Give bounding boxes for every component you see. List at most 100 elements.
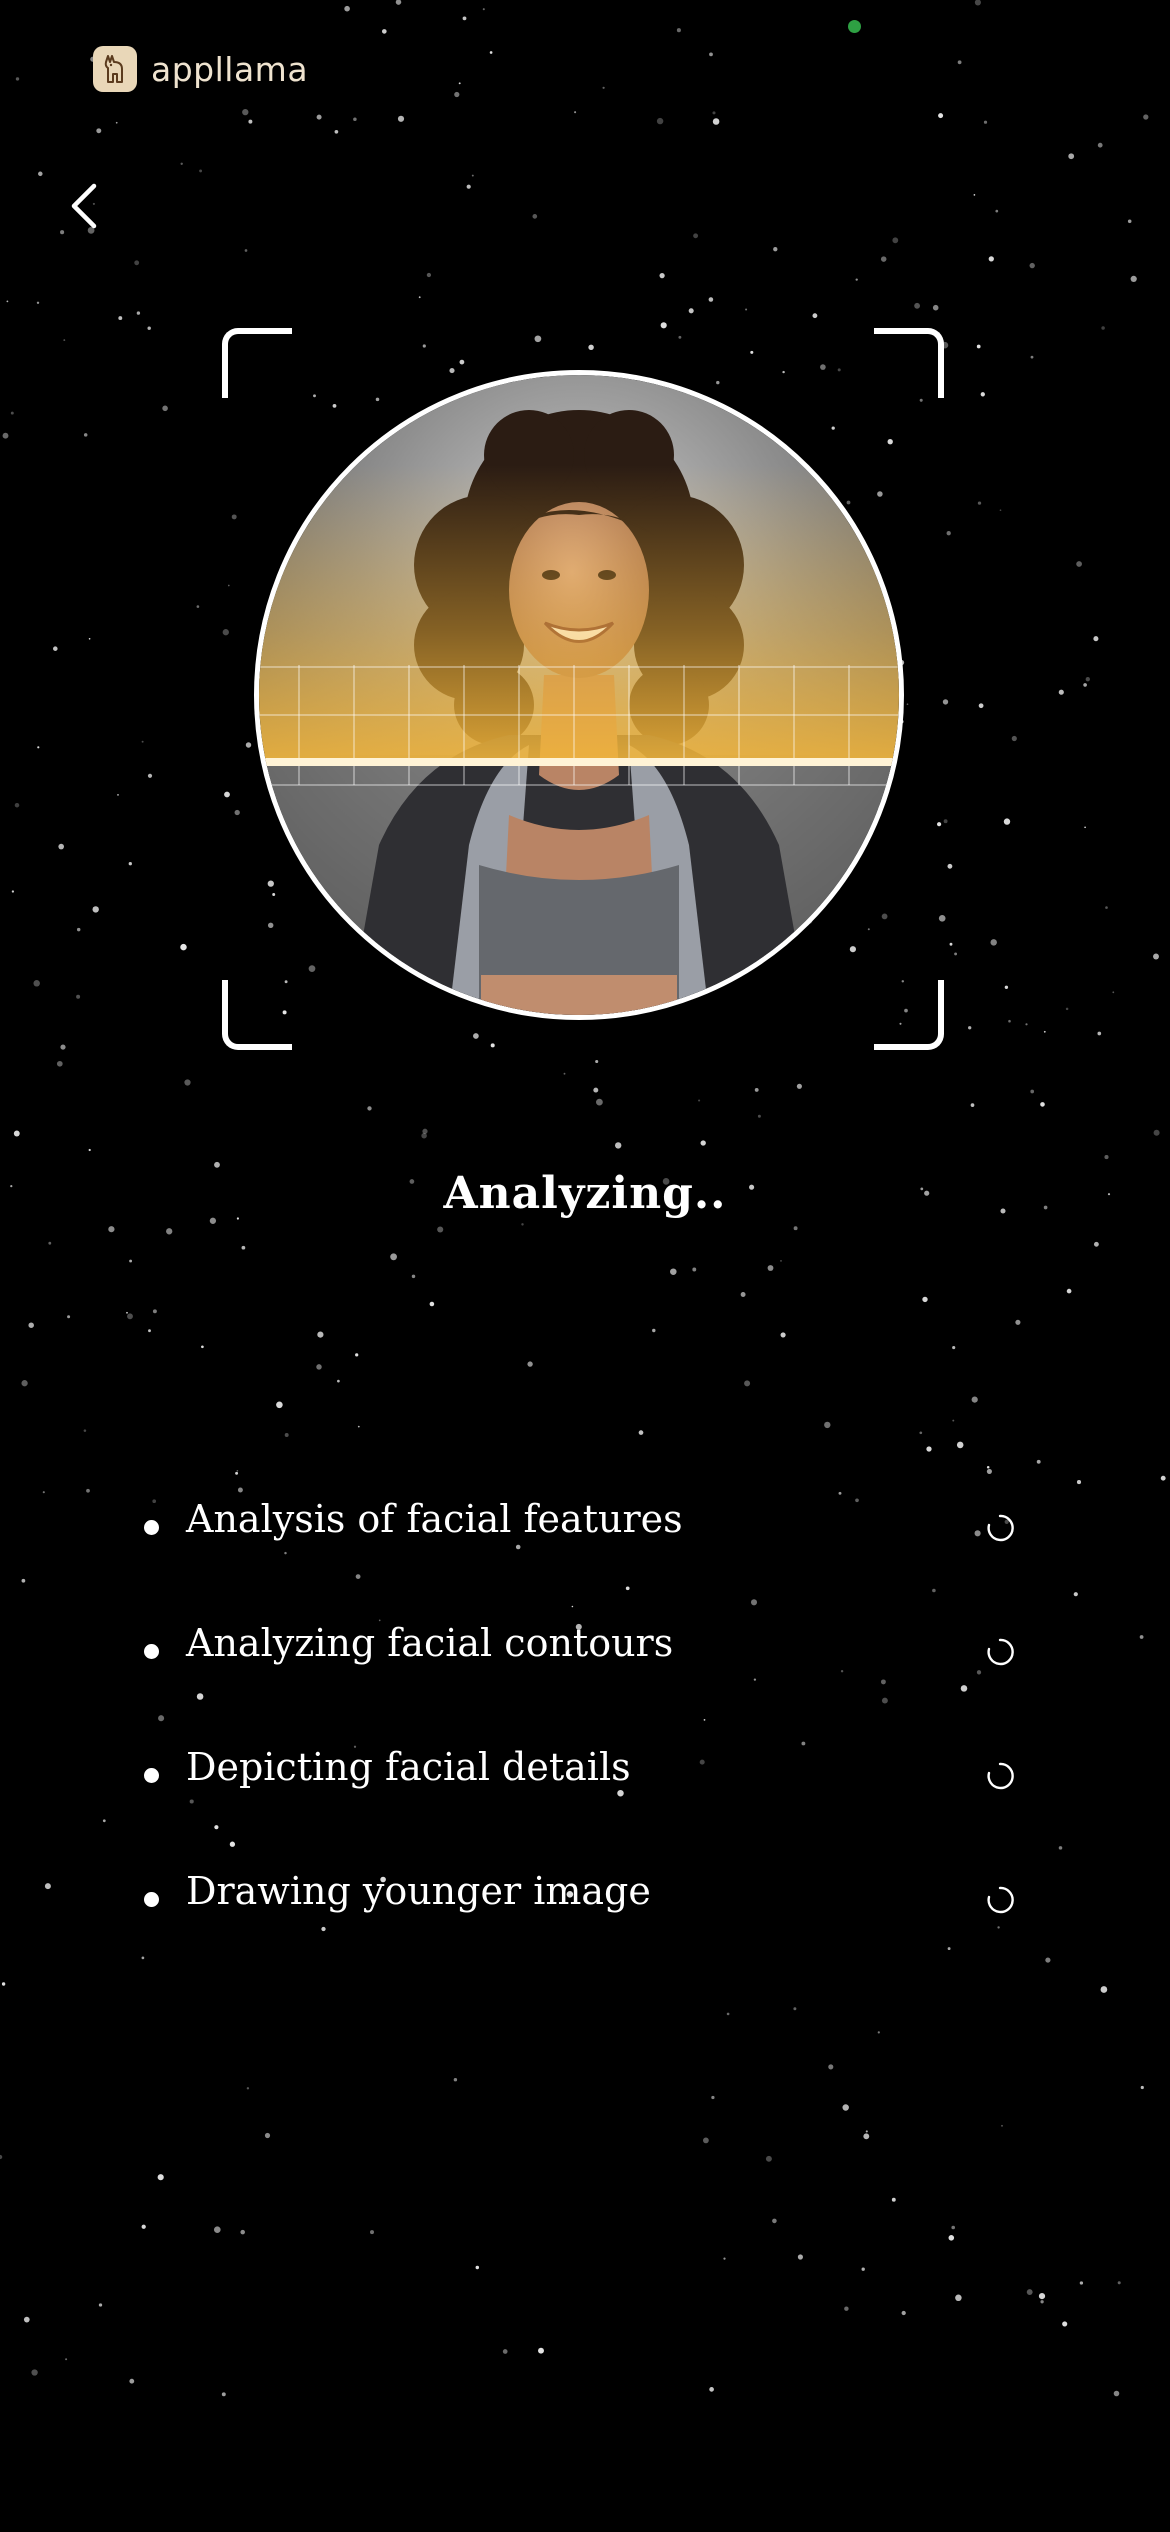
star [527, 1361, 533, 1367]
star [983, 120, 988, 124]
frame-corner-top-left [222, 328, 292, 398]
star [1140, 2085, 1144, 2090]
star [863, 2133, 870, 2140]
star [796, 1083, 802, 1089]
loading-spinner-icon [987, 1762, 1014, 1790]
star [767, 1265, 774, 1271]
bullet-icon [144, 1768, 159, 1783]
star [980, 392, 985, 397]
star [693, 233, 699, 239]
loading-spinner-icon [987, 1638, 1014, 1666]
star [128, 862, 132, 866]
star [1084, 826, 1086, 829]
star [703, 2137, 709, 2144]
frame-corner-bottom-left [222, 980, 292, 1050]
step-label: Analyzing facial contours [186, 1621, 674, 1665]
bullet-icon [144, 1892, 159, 1907]
app-watermark: appllama [93, 44, 308, 94]
star [842, 2104, 849, 2111]
star [1011, 735, 1017, 742]
star [2, 432, 9, 439]
star [83, 433, 88, 437]
star [76, 927, 81, 932]
star [199, 169, 203, 173]
star [115, 121, 118, 124]
star [949, 942, 953, 946]
star [1030, 355, 1034, 359]
star [152, 1309, 157, 1314]
star [1093, 1241, 1099, 1247]
star [946, 531, 951, 536]
star [355, 1353, 359, 1357]
star [1001, 2124, 1003, 2127]
star [574, 111, 577, 114]
star [1093, 636, 1099, 642]
star [844, 2306, 849, 2311]
star [744, 1380, 751, 1387]
star [471, 174, 474, 177]
analysis-steps-list: Analysis of facial features Analyzing fa… [140, 1490, 1020, 1986]
star [1043, 1030, 1046, 1033]
star [943, 819, 948, 824]
star [1117, 2281, 1121, 2285]
star [102, 1819, 106, 1823]
star [11, 890, 15, 893]
step-label: Analysis of facial features [186, 1497, 683, 1541]
star [951, 2225, 955, 2230]
chevron-left-icon [71, 183, 97, 229]
analysis-step: Depicting facial details [140, 1738, 1020, 1862]
star [88, 637, 91, 640]
star [136, 311, 141, 315]
star [563, 1072, 566, 1075]
star [117, 794, 119, 796]
star [38, 171, 43, 177]
star [955, 2294, 962, 2302]
star [1030, 1089, 1035, 1094]
star [1004, 985, 1009, 989]
star [221, 2392, 226, 2397]
loading-spinner-icon [987, 1514, 1014, 1542]
back-button[interactable] [56, 170, 116, 240]
star [614, 1142, 622, 1149]
star [23, 2316, 30, 2323]
star [1029, 262, 1035, 269]
analysis-step: Analyzing facial contours [140, 1614, 1020, 1738]
star [1025, 1023, 1028, 1026]
star [914, 302, 921, 309]
star [86, 1488, 90, 1493]
star [1065, 1007, 1069, 1011]
star [201, 1345, 204, 1349]
star [1160, 1475, 1166, 1481]
star [147, 326, 151, 330]
star [37, 746, 40, 749]
star [1008, 1019, 1011, 1023]
star [184, 1079, 191, 1086]
star [1105, 906, 1108, 909]
frame-corner-bottom-right [874, 980, 944, 1050]
star [797, 2254, 803, 2260]
star [1036, 1459, 1041, 1464]
star [532, 214, 538, 219]
star [712, 111, 716, 115]
star [1040, 2300, 1044, 2304]
star [390, 1253, 397, 1261]
star [418, 296, 421, 299]
step-label: Depicting facial details [186, 1745, 631, 1789]
star [1003, 818, 1011, 825]
star [240, 2229, 245, 2235]
star [141, 740, 144, 743]
loading-spinner-icon [987, 1886, 1014, 1914]
star [462, 16, 467, 21]
star [98, 2303, 103, 2307]
star [990, 939, 997, 946]
star [780, 1260, 782, 1262]
star [134, 260, 140, 266]
star [712, 118, 720, 125]
star [793, 1226, 798, 1231]
star [357, 1425, 360, 1428]
star [395, 0, 402, 5]
star [919, 1431, 923, 1435]
star [316, 1364, 322, 1370]
star [652, 1328, 656, 1333]
star [1058, 1846, 1063, 1850]
